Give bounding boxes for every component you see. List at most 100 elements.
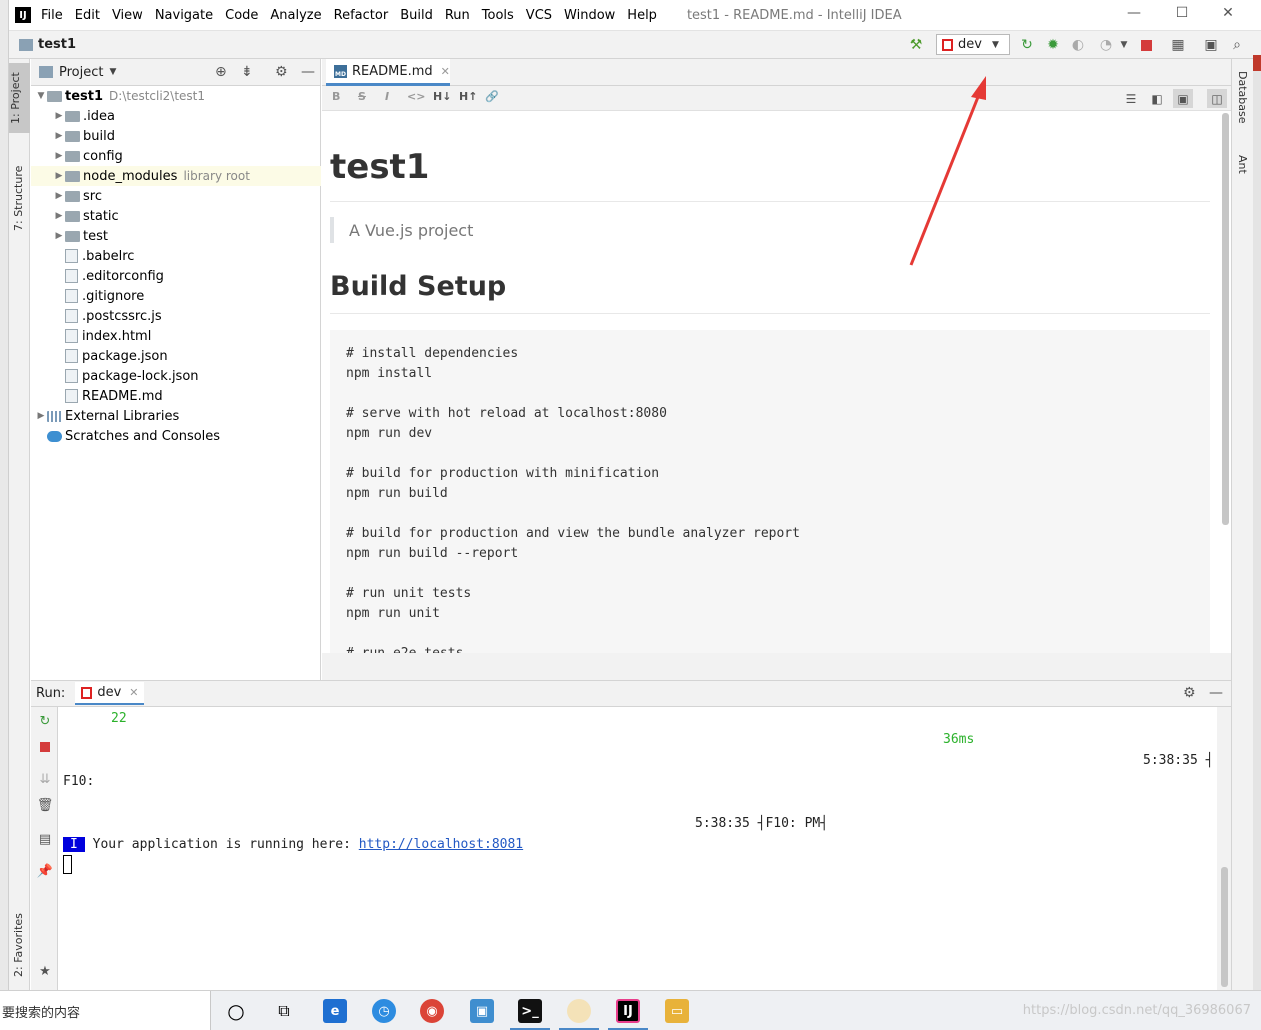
- presentation-icon[interactable]: ▣: [1202, 36, 1220, 54]
- coverage-icon[interactable]: ◐: [1069, 36, 1087, 54]
- chevron-right-icon[interactable]: ▶: [53, 171, 65, 181]
- taskbar-search[interactable]: 要搜索的内容: [0, 991, 211, 1030]
- locate-file-icon[interactable]: ⊕: [215, 64, 227, 80]
- editor-only-view-icon[interactable]: ☰: [1121, 89, 1141, 108]
- rerun-icon[interactable]: ↻: [1018, 36, 1036, 54]
- cortana-circle-icon[interactable]: ○: [224, 999, 248, 1023]
- menu-help[interactable]: Help: [627, 8, 657, 23]
- gear-icon[interactable]: ⚙: [275, 64, 288, 80]
- header-up-button[interactable]: H↑: [459, 90, 477, 103]
- tab-readme[interactable]: MD README.md ✕: [326, 59, 450, 86]
- build-hammer-icon[interactable]: ⚒: [907, 36, 925, 54]
- menu-file[interactable]: File: [41, 8, 63, 23]
- tree-item[interactable]: ▼ test1 D:\testcli2\test1: [31, 86, 321, 106]
- gear-icon[interactable]: ⚙: [1183, 685, 1196, 701]
- tree-item[interactable]: .postcssrc.js: [31, 306, 321, 326]
- menu-tools[interactable]: Tools: [482, 8, 514, 23]
- link-icon[interactable]: 🔗: [485, 90, 499, 103]
- chevron-right-icon[interactable]: ▶: [53, 131, 65, 141]
- chevron-right-icon[interactable]: ▶: [53, 231, 65, 241]
- preview-only-view-icon[interactable]: ▣: [1173, 89, 1193, 108]
- hide-panel-icon[interactable]: —: [301, 64, 315, 80]
- tree-item[interactable]: .editorconfig: [31, 266, 321, 286]
- run-configuration-select[interactable]: dev ▼: [936, 34, 1010, 55]
- edge-browser-icon[interactable]: e: [323, 999, 347, 1023]
- code-button[interactable]: <>: [407, 90, 425, 103]
- profile-icon[interactable]: ◔: [1097, 36, 1115, 54]
- menu-refactor[interactable]: Refactor: [334, 8, 389, 23]
- scroll-to-end-icon[interactable]: ⇊: [37, 771, 53, 787]
- tree-item[interactable]: ▶ build: [31, 126, 321, 146]
- layout-toggle-icon[interactable]: ◫: [1207, 89, 1227, 108]
- search-icon[interactable]: ⌕: [1228, 36, 1246, 54]
- italic-button[interactable]: I: [385, 90, 389, 103]
- trash-icon[interactable]: 🗑: [37, 797, 54, 813]
- task-view-icon[interactable]: ⧉: [272, 999, 296, 1023]
- clock-app-icon[interactable]: ◷: [372, 999, 396, 1023]
- close-tab-icon[interactable]: ✕: [129, 686, 138, 699]
- close-window-button[interactable]: ✕: [1205, 5, 1251, 25]
- hide-panel-icon[interactable]: —: [1209, 685, 1223, 701]
- tree-item[interactable]: Scratches and Consoles: [31, 426, 321, 446]
- menu-run[interactable]: Run: [445, 8, 470, 23]
- tree-item[interactable]: ▶ External Libraries: [31, 406, 321, 426]
- chevron-down-icon[interactable]: ▼: [35, 91, 47, 101]
- tool-tab-favorites[interactable]: 2: Favorites: [12, 897, 25, 977]
- localhost-link[interactable]: http://localhost:8081: [359, 837, 523, 852]
- tree-item[interactable]: package-lock.json: [31, 366, 321, 386]
- split-view-icon[interactable]: ◧: [1147, 89, 1167, 108]
- layout-icon[interactable]: ▤: [37, 831, 53, 847]
- tree-item[interactable]: ▶ src: [31, 186, 321, 206]
- tool-tab-project[interactable]: 1: Project: [9, 63, 30, 133]
- tool-tab-structure[interactable]: 7: Structure: [12, 151, 25, 231]
- tree-item[interactable]: ▶ .idea: [31, 106, 321, 126]
- favorites-star-icon[interactable]: ★: [37, 963, 53, 979]
- menu-window[interactable]: Window: [564, 8, 615, 23]
- menu-edit[interactable]: Edit: [75, 8, 100, 23]
- debug-bug-icon[interactable]: ✹: [1044, 36, 1062, 54]
- minimize-button[interactable]: —: [1111, 5, 1157, 25]
- breadcrumb-project[interactable]: test1: [38, 37, 76, 52]
- chevron-down-icon[interactable]: ▼: [109, 67, 116, 77]
- collapse-all-icon[interactable]: ⇟: [241, 64, 253, 80]
- tree-item[interactable]: ▶ config: [31, 146, 321, 166]
- menu-code[interactable]: Code: [225, 8, 258, 23]
- rerun-icon[interactable]: ↻: [37, 713, 53, 729]
- tree-item[interactable]: ▶ test: [31, 226, 321, 246]
- tree-item[interactable]: ▶ node_modules library root: [31, 166, 321, 186]
- tool-tab-database[interactable]: Database: [1236, 71, 1249, 124]
- menu-build[interactable]: Build: [400, 8, 433, 23]
- chevron-right-icon[interactable]: ▶: [53, 211, 65, 221]
- menu-vcs[interactable]: VCS: [526, 8, 552, 23]
- tree-item[interactable]: .gitignore: [31, 286, 321, 306]
- bold-button[interactable]: B: [332, 90, 340, 103]
- strikethrough-button[interactable]: S: [358, 90, 366, 103]
- profile-chevron-down-icon[interactable]: ▼: [1115, 36, 1133, 54]
- menu-analyze[interactable]: Analyze: [270, 8, 321, 23]
- tree-item[interactable]: ▶ static: [31, 206, 321, 226]
- chrome-icon[interactable]: ◉: [420, 999, 444, 1023]
- menu-view[interactable]: View: [112, 8, 143, 23]
- intellij-taskbar-icon[interactable]: IJ: [616, 999, 640, 1023]
- tree-item[interactable]: index.html: [31, 326, 321, 346]
- file-explorer-icon[interactable]: ▭: [665, 999, 689, 1023]
- terminal-icon[interactable]: >_: [518, 999, 542, 1023]
- chevron-right-icon[interactable]: ▶: [53, 191, 65, 201]
- project-view-selector[interactable]: Project: [59, 65, 103, 80]
- control-panel-icon[interactable]: ▣: [470, 999, 494, 1023]
- stop-icon[interactable]: [37, 739, 53, 755]
- pin-icon[interactable]: 📌: [37, 863, 53, 879]
- run-console[interactable]: 22 36ms 5:38:35 ┤ F10: 5:38:35 ┤F10: PM┤…: [59, 707, 1217, 990]
- menu-navigate[interactable]: Navigate: [155, 8, 213, 23]
- chevron-right-icon[interactable]: ▶: [53, 111, 65, 121]
- app-icon[interactable]: [567, 999, 591, 1023]
- run-tab-dev[interactable]: dev ✕: [75, 682, 145, 705]
- project-structure-icon[interactable]: ▦: [1169, 36, 1187, 54]
- console-scrollbar[interactable]: [1221, 867, 1228, 987]
- close-tab-icon[interactable]: ✕: [441, 65, 450, 78]
- tree-item[interactable]: .babelrc: [31, 246, 321, 266]
- tree-item[interactable]: README.md: [31, 386, 321, 406]
- maximize-button[interactable]: ☐: [1159, 5, 1205, 25]
- header-down-button[interactable]: H↓: [433, 90, 451, 103]
- chevron-right-icon[interactable]: ▶: [53, 151, 65, 161]
